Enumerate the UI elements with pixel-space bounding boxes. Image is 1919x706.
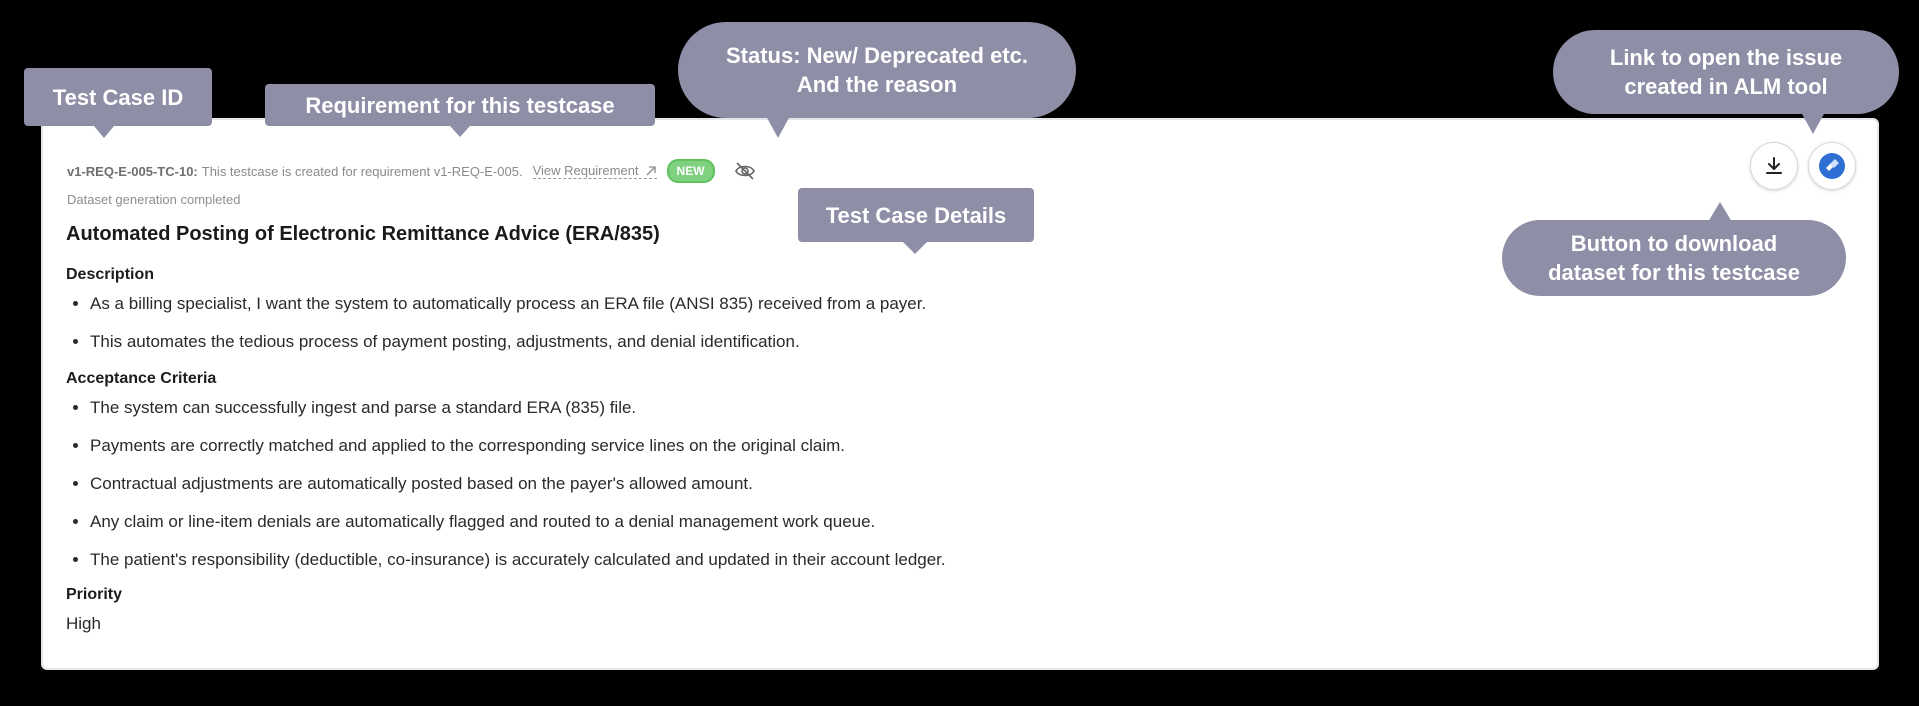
list-item: Contractual adjustments are automaticall…: [90, 472, 946, 510]
eye-off-icon[interactable]: [733, 159, 757, 183]
priority-value: High: [66, 614, 101, 633]
list-item: This automates the tedious process of pa…: [90, 330, 926, 368]
callout-test-case-id-text: Test Case ID: [52, 84, 184, 110]
callout-download-line1: Button to download: [1570, 231, 1778, 256]
callout-alm-line2: created in ALM tool: [1624, 74, 1828, 99]
callout-requirement: Requirement for this testcase: [265, 84, 655, 137]
callout-alm-line1: Link to open the issue: [1609, 45, 1843, 70]
requirement-text: This testcase is created for requirement…: [201, 163, 523, 179]
list-item: Payments are correctly matched and appli…: [90, 434, 946, 472]
description-list: As a billing specialist, I want the syst…: [66, 292, 926, 368]
download-icon: [1766, 157, 1782, 174]
callout-status: Status: New/ Deprecated etc. And the rea…: [678, 22, 1076, 138]
callout-status-line2: And the reason: [796, 72, 958, 97]
testcase-id: v1-REQ-E-005-TC-10:: [67, 163, 198, 179]
list-item: The system can successfully ingest and p…: [90, 396, 946, 434]
description-label: Description: [66, 266, 155, 283]
view-requirement-label: View Requirement: [532, 163, 639, 178]
list-item: The patient's responsibility (deductible…: [90, 548, 946, 586]
callout-details-text: Test Case Details: [825, 202, 1007, 228]
download-dataset-button[interactable]: [1750, 142, 1798, 190]
view-requirement-link[interactable]: View Requirement: [532, 163, 657, 179]
callout-download: Button to download dataset for this test…: [1502, 202, 1846, 296]
callout-alm-link: Link to open the issue created in ALM to…: [1553, 30, 1899, 134]
testcase-meta-row: v1-REQ-E-005-TC-10: This testcase is cre…: [67, 158, 757, 184]
callout-status-line1: Status: New/ Deprecated etc.: [726, 43, 1028, 68]
callout-requirement-text: Requirement for this testcase: [305, 92, 615, 118]
jira-icon: [1819, 153, 1845, 179]
testcase-title: Automated Posting of Electronic Remittan…: [66, 223, 660, 245]
open-alm-issue-button[interactable]: [1808, 142, 1856, 190]
callout-test-case-id: Test Case ID: [24, 68, 212, 138]
list-item: Any claim or line-item denials are autom…: [90, 510, 946, 548]
dataset-status: Dataset generation completed: [67, 192, 241, 207]
priority-label: Priority: [66, 586, 123, 603]
callout-details: Test Case Details: [798, 188, 1034, 254]
status-badge: NEW: [666, 159, 715, 183]
acceptance-criteria-list: The system can successfully ingest and p…: [66, 396, 946, 586]
list-item: As a billing specialist, I want the syst…: [90, 292, 926, 330]
callout-download-line2: dataset for this testcase: [1548, 260, 1800, 285]
acceptance-criteria-label: Acceptance Criteria: [66, 370, 217, 387]
arrow-up-right-icon: [646, 165, 656, 175]
